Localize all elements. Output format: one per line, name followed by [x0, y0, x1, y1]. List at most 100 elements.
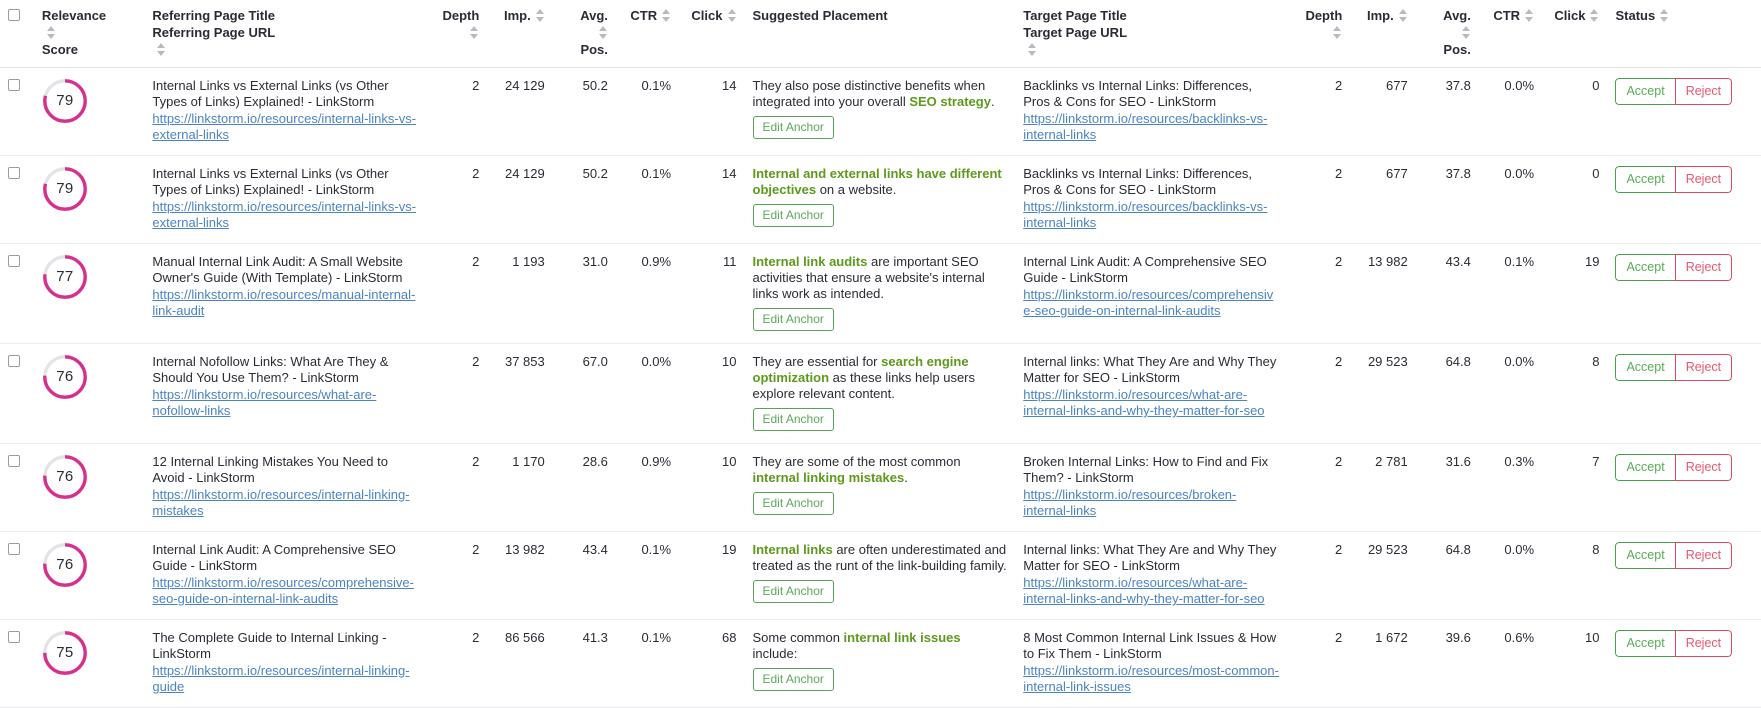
edit-anchor-button[interactable]: Edit Anchor — [752, 408, 834, 431]
sort-icon[interactable] — [470, 26, 479, 39]
target-page-url[interactable]: https://linkstorm.io/resources/most-comm… — [1023, 663, 1279, 695]
column-referring-impressions[interactable]: Imp. — [487, 0, 553, 68]
reject-button[interactable]: Reject — [1674, 166, 1733, 193]
relevance-score-label-line1: Relevance — [41, 8, 107, 23]
sort-icon[interactable] — [157, 43, 166, 56]
target-page-url[interactable]: https://linkstorm.io/resources/backlinks… — [1023, 111, 1279, 143]
accept-button[interactable]: Accept — [1615, 354, 1675, 381]
column-target-impressions[interactable]: Imp. — [1350, 0, 1416, 68]
sort-icon[interactable] — [727, 9, 737, 22]
relevance-score-value: 76 — [56, 468, 74, 485]
sort-icon[interactable] — [598, 26, 608, 39]
referring-page-url[interactable]: https://linkstorm.io/resources/internal-… — [152, 199, 416, 231]
referring-page-title: Internal Links vs External Links (vs Oth… — [152, 78, 389, 109]
referring-page-url[interactable]: https://linkstorm.io/resources/what-are-… — [152, 387, 416, 419]
link-suggestions-table: Relevance Score Referring Page Title Ref… — [0, 0, 1761, 708]
row-checkbox[interactable] — [8, 355, 20, 367]
reject-button[interactable]: Reject — [1674, 254, 1733, 281]
accept-button[interactable]: Accept — [1615, 78, 1675, 105]
sort-icon[interactable] — [1398, 9, 1408, 22]
target-impressions-value: 29 523 — [1350, 531, 1416, 620]
sort-icon[interactable] — [1028, 43, 1037, 56]
target-depth-value: 2 — [1287, 67, 1351, 156]
referring-page-url[interactable]: https://linkstorm.io/resources/internal-… — [152, 111, 416, 143]
select-all-header — [0, 0, 34, 68]
accept-button[interactable]: Accept — [1615, 542, 1675, 569]
row-checkbox[interactable] — [8, 455, 20, 467]
column-target-ctr[interactable]: CTR — [1478, 0, 1543, 68]
relevance-score-cell: 79 — [33, 155, 145, 244]
header-row: Relevance Score Referring Page Title Ref… — [0, 0, 1761, 68]
accept-button[interactable]: Accept — [1615, 454, 1675, 481]
edit-anchor-button[interactable]: Edit Anchor — [752, 492, 834, 515]
reject-button[interactable]: Reject — [1674, 354, 1733, 381]
sort-icon[interactable] — [46, 26, 56, 39]
target-page-url[interactable]: https://linkstorm.io/resources/broken-in… — [1023, 487, 1279, 519]
referring-ctr-value: 0.1% — [615, 619, 680, 708]
column-referring-click[interactable]: Click — [679, 0, 745, 68]
target-page-url[interactable]: https://linkstorm.io/resources/comprehen… — [1023, 287, 1279, 319]
row-checkbox[interactable] — [8, 167, 20, 179]
edit-anchor-button[interactable]: Edit Anchor — [752, 580, 834, 603]
column-referring-page[interactable]: Referring Page Title Referring Page URL — [144, 0, 425, 68]
column-target-avg-pos[interactable]: Avg. Pos. — [1415, 0, 1479, 68]
referring-page-url[interactable]: https://linkstorm.io/resources/internal-… — [152, 487, 416, 519]
referring-page-url[interactable]: https://linkstorm.io/resources/internal-… — [152, 663, 416, 695]
referring-page-url[interactable]: https://linkstorm.io/resources/comprehen… — [152, 575, 416, 607]
column-relevance-score[interactable]: Relevance Score — [33, 0, 145, 68]
target-page-url[interactable]: https://linkstorm.io/resources/what-are-… — [1023, 575, 1279, 607]
placement-text: They are some of the most common — [752, 454, 961, 469]
sort-icon[interactable] — [662, 9, 671, 22]
referring-page-title-label: Referring Page Title — [152, 8, 275, 23]
sort-icon[interactable] — [535, 9, 545, 22]
edit-anchor-button[interactable]: Edit Anchor — [752, 308, 834, 331]
target-page-url[interactable]: https://linkstorm.io/resources/what-are-… — [1023, 387, 1279, 419]
target-page-title: Backlinks vs Internal Links: Differences… — [1023, 166, 1253, 197]
column-target-depth[interactable]: Depth — [1287, 0, 1351, 68]
target-ctr-value: 0.1% — [1478, 243, 1543, 344]
sort-icon[interactable] — [1660, 9, 1669, 22]
referring-depth-value: 2 — [424, 619, 488, 708]
sort-icon[interactable] — [1590, 9, 1599, 22]
reject-button[interactable]: Reject — [1674, 454, 1733, 481]
sort-icon[interactable] — [1333, 26, 1342, 39]
accept-button[interactable]: Accept — [1615, 254, 1675, 281]
referring-avg-pos-value: 41.3 — [552, 619, 616, 708]
row-checkbox[interactable] — [8, 543, 20, 555]
target-ctr-value: 0.3% — [1478, 443, 1543, 532]
row-checkbox[interactable] — [8, 255, 20, 267]
reject-button[interactable]: Reject — [1674, 78, 1733, 105]
placement-text: They are essential for — [752, 354, 882, 369]
select-all-checkbox[interactable] — [8, 9, 20, 21]
suggested-placement-label: Suggested Placement — [752, 8, 888, 23]
target-page-url[interactable]: https://linkstorm.io/resources/backlinks… — [1023, 199, 1279, 231]
referring-impressions-value: 13 982 — [487, 531, 553, 620]
reject-button[interactable]: Reject — [1674, 542, 1733, 569]
accept-button[interactable]: Accept — [1615, 630, 1675, 657]
edit-anchor-button[interactable]: Edit Anchor — [752, 116, 834, 139]
target-page-cell: Backlinks vs Internal Links: Differences… — [1015, 67, 1288, 156]
target-depth-value: 2 — [1287, 531, 1351, 620]
relevance-score-ring: 76 — [42, 354, 88, 400]
edit-anchor-button[interactable]: Edit Anchor — [752, 204, 834, 227]
sort-icon[interactable] — [1461, 26, 1471, 39]
row-checkbox[interactable] — [8, 79, 20, 91]
column-referring-avg-pos[interactable]: Avg. Pos. — [552, 0, 616, 68]
suggested-placement-text: Internal and external links have differe… — [753, 166, 1008, 198]
referring-page-url[interactable]: https://linkstorm.io/resources/manual-in… — [152, 287, 416, 319]
column-status[interactable]: Status — [1607, 0, 1761, 68]
column-target-click[interactable]: Click — [1542, 0, 1608, 68]
sort-icon[interactable] — [1525, 9, 1534, 22]
column-referring-depth[interactable]: Depth — [424, 0, 488, 68]
reject-button[interactable]: Reject — [1674, 630, 1733, 657]
column-referring-ctr[interactable]: CTR — [615, 0, 680, 68]
referring-ctr-value: 0.9% — [615, 243, 680, 344]
status-button-group: Accept Reject — [1615, 630, 1733, 657]
target-ctr-value: 0.0% — [1478, 155, 1543, 244]
table-row: 79 Internal Links vs External Links (vs O… — [0, 67, 1761, 156]
column-target-page[interactable]: Target Page Title Target Page URL — [1015, 0, 1288, 68]
row-checkbox[interactable] — [8, 631, 20, 643]
edit-anchor-button[interactable]: Edit Anchor — [752, 668, 834, 691]
accept-button[interactable]: Accept — [1615, 166, 1675, 193]
placement-text: . — [904, 470, 908, 485]
